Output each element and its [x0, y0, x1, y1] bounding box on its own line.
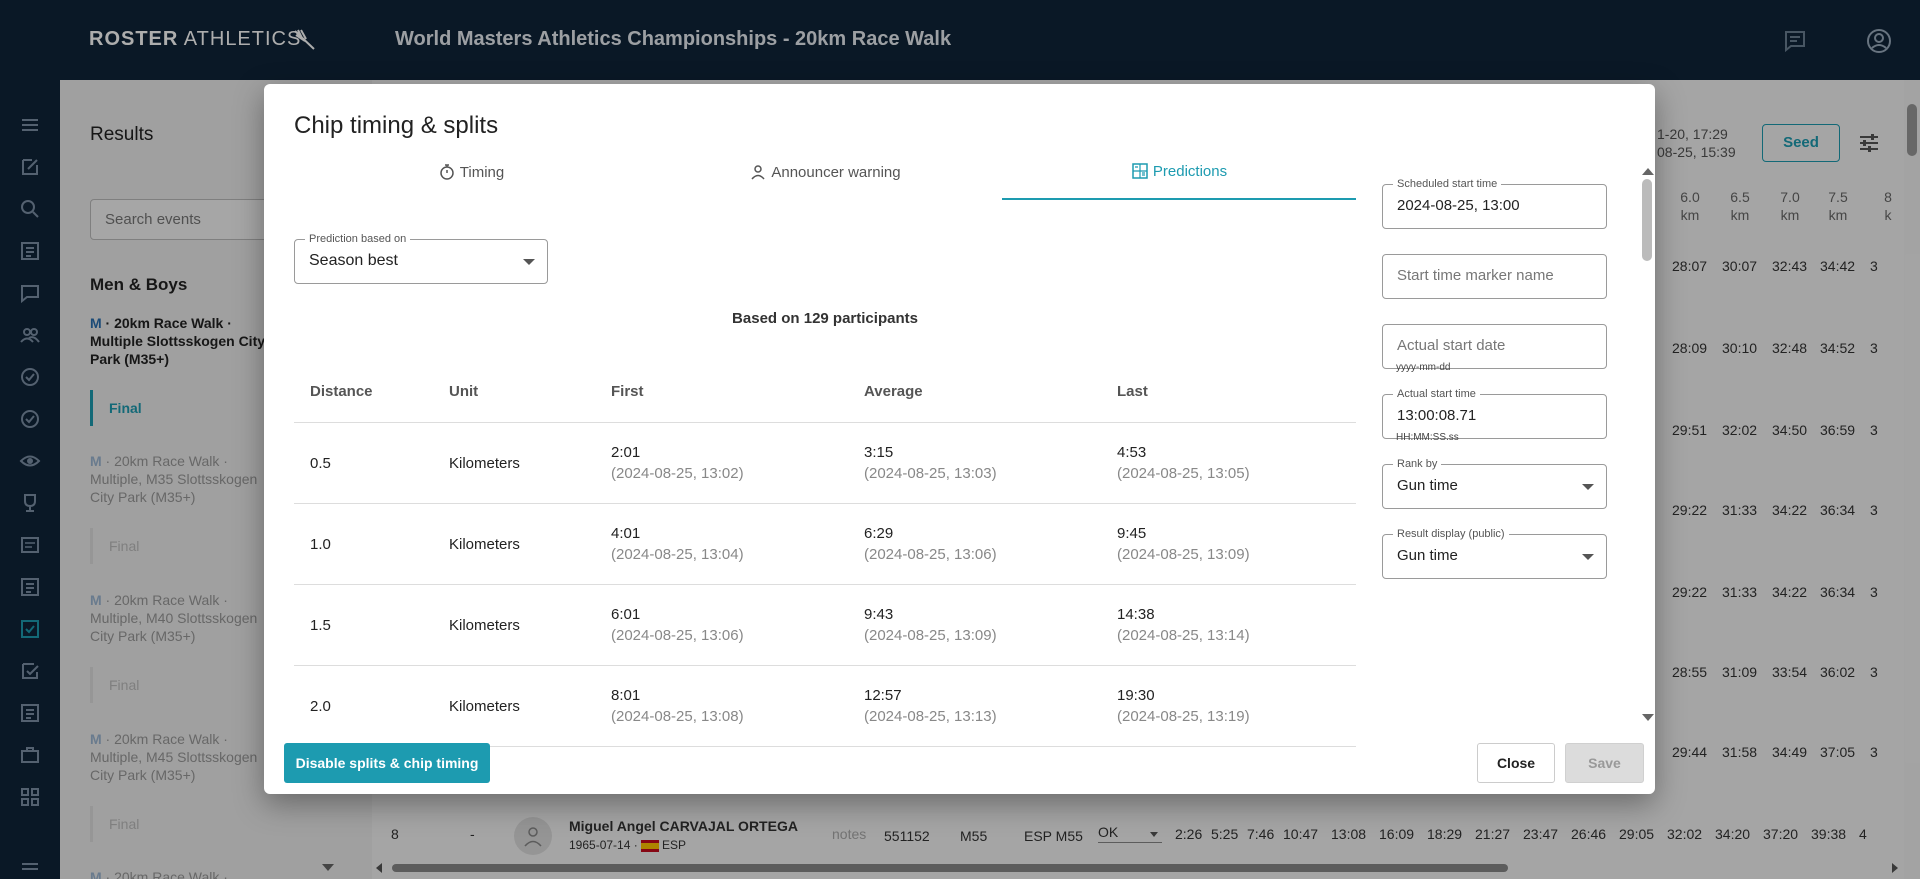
tab-timing[interactable]: Timing	[294, 144, 648, 200]
last-timestamp: (2024-08-25, 13:05)	[1117, 465, 1250, 482]
result-display-select[interactable]: Result display (public) Gun time	[1382, 527, 1607, 579]
last-time-cell: 19:30	[1117, 687, 1155, 704]
unit-cell: Kilometers	[449, 617, 520, 634]
average-time-cell: 6:29	[864, 525, 894, 542]
last-timestamp: (2024-08-25, 13:19)	[1117, 708, 1250, 725]
first-timestamp: (2024-08-25, 13:02)	[611, 465, 744, 482]
last-timestamp: (2024-08-25, 13:14)	[1117, 627, 1250, 644]
unit-cell: Kilometers	[449, 698, 520, 715]
column-header: Last	[1117, 383, 1148, 400]
participants-summary: Based on 129 participants	[732, 310, 918, 327]
chevron-down-icon	[1582, 483, 1594, 490]
table-header: Distance Unit First Average Last	[294, 359, 1356, 423]
column-header: First	[611, 383, 644, 400]
tab-announcer-warning[interactable]: Announcer warning	[648, 144, 1002, 200]
tab-predictions[interactable]: Predictions	[1002, 144, 1356, 200]
stopwatch-icon	[440, 164, 454, 180]
save-button[interactable]: Save	[1565, 743, 1644, 783]
date-format-hint: yyyy-mm-dd	[1396, 362, 1451, 373]
table-row: 2.0 Kilometers 8:01 (2024-08-25, 13:08) 12:5…	[294, 666, 1356, 747]
first-time-cell: 2:01	[611, 444, 641, 461]
table-row: 0.5 Kilometers 2:01 (2024-08-25, 13:02) 3:15…	[294, 423, 1356, 504]
column-header: Distance	[310, 383, 373, 400]
start-time-marker-name-field[interactable]: Start time marker name	[1382, 254, 1607, 299]
time-format-hint: HH:MM:SS.ss	[1396, 432, 1459, 443]
close-button[interactable]: Close	[1477, 743, 1555, 783]
scrollbar-thumb[interactable]	[1642, 179, 1652, 261]
first-timestamp: (2024-08-25, 13:08)	[611, 708, 744, 725]
last-time-cell: 14:38	[1117, 606, 1155, 623]
disable-splits-button[interactable]: Disable splits & chip timing	[284, 743, 490, 783]
average-time-cell: 12:57	[864, 687, 902, 704]
distance-cell: 2.0	[310, 698, 331, 715]
average-timestamp: (2024-08-25, 13:06)	[864, 546, 997, 563]
chevron-down-icon	[1582, 553, 1594, 560]
distance-cell: 0.5	[310, 455, 331, 472]
predictions-table: Distance Unit First Average Last 0.5 Kilo…	[294, 359, 1356, 747]
person-icon	[751, 165, 765, 180]
first-time-cell: 6:01	[611, 606, 641, 623]
unit-cell: Kilometers	[449, 536, 520, 553]
tab-bar: Timing Announcer warning Predictions	[294, 144, 1356, 200]
column-header: Average	[864, 383, 923, 400]
table-row: 1.0 Kilometers 4:01 (2024-08-25, 13:04) 6:29…	[294, 504, 1356, 585]
last-timestamp: (2024-08-25, 13:09)	[1117, 546, 1250, 563]
first-time-cell: 8:01	[611, 687, 641, 704]
chip-timing-dialog: Chip timing & splits Timing Announcer wa…	[264, 84, 1655, 794]
unit-cell: Kilometers	[449, 455, 520, 472]
average-timestamp: (2024-08-25, 13:03)	[864, 465, 997, 482]
distance-cell: 1.0	[310, 536, 331, 553]
first-time-cell: 4:01	[611, 525, 641, 542]
average-timestamp: (2024-08-25, 13:13)	[864, 708, 997, 725]
column-header: Unit	[449, 383, 479, 400]
last-time-cell: 4:53	[1117, 444, 1147, 461]
distance-cell: 1.5	[310, 617, 331, 634]
scroll-down-icon[interactable]	[1642, 714, 1654, 721]
rank-by-select[interactable]: Rank by Gun time	[1382, 457, 1607, 509]
first-timestamp: (2024-08-25, 13:06)	[611, 627, 744, 644]
average-time-cell: 9:43	[864, 606, 894, 623]
scheduled-start-time-field[interactable]: Scheduled start time 2024-08-25, 13:00	[1382, 177, 1607, 229]
prediction-icon	[1132, 163, 1148, 179]
table-row: 1.5 Kilometers 6:01 (2024-08-25, 13:06) 9:43…	[294, 585, 1356, 666]
average-timestamp: (2024-08-25, 13:09)	[864, 627, 997, 644]
dialog-title: Chip timing & splits	[294, 112, 499, 139]
table-body: 0.5 Kilometers 2:01 (2024-08-25, 13:02) 3:15…	[294, 423, 1356, 747]
first-timestamp: (2024-08-25, 13:04)	[611, 546, 744, 563]
dialog-scrollbar[interactable]	[1641, 174, 1653, 714]
prediction-based-on-select[interactable]: Prediction based on Season best	[294, 232, 548, 284]
chevron-down-icon	[523, 258, 535, 265]
average-time-cell: 3:15	[864, 444, 894, 461]
last-time-cell: 9:45	[1117, 525, 1147, 542]
